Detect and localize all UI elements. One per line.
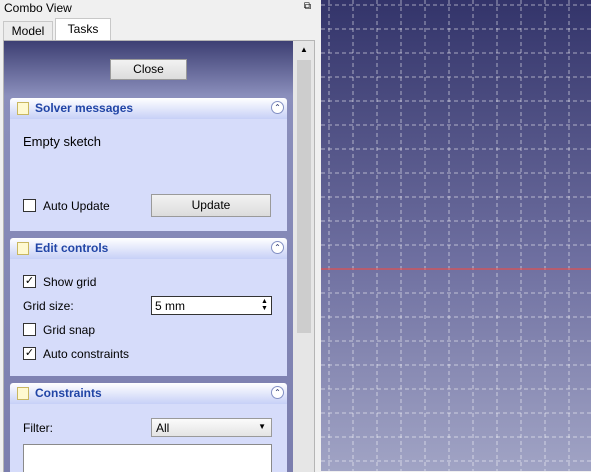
solver-messages-header[interactable]: Solver messages ⌃ xyxy=(10,98,287,119)
panel-icon xyxy=(17,102,29,115)
auto-update-checkbox[interactable] xyxy=(23,199,36,212)
3d-viewport[interactable] xyxy=(321,0,591,471)
filter-value: All xyxy=(156,421,170,435)
scrollbar[interactable]: ▲ xyxy=(295,41,313,472)
filter-label: Filter: xyxy=(23,421,53,435)
chevron-down-icon: ▼ xyxy=(258,422,266,431)
show-grid-label: Show grid xyxy=(43,275,97,289)
float-icon[interactable]: ⧉ xyxy=(302,1,313,12)
spin-arrows-icon[interactable]: ▲ ▼ xyxy=(259,298,270,313)
constraint-list[interactable] xyxy=(23,444,272,472)
solver-messages-box: Solver messages ⌃ Empty sketch Auto Upda… xyxy=(10,98,287,231)
auto-update-label: Auto Update xyxy=(43,199,110,213)
grid-size-value: 5 mm xyxy=(155,299,185,313)
panel-icon xyxy=(17,387,29,400)
collapse-icon[interactable]: ⌃ xyxy=(271,386,284,399)
panel-titlebar: Combo View ⧉ xyxy=(0,0,317,16)
sketch-grid xyxy=(321,0,591,471)
constraints-body: Filter: All ▼ xyxy=(10,404,287,472)
task-panel: Close Solver messages ⌃ Empty sketch Aut… xyxy=(4,41,293,472)
solver-messages-body: Empty sketch Auto Update Update xyxy=(10,119,287,231)
constraints-box: Constraints ⌃ Filter: All ▼ xyxy=(10,383,287,472)
edit-controls-header[interactable]: Edit controls ⌃ xyxy=(10,238,287,259)
tab-model[interactable]: Model xyxy=(3,21,53,41)
collapse-icon[interactable]: ⌃ xyxy=(271,101,284,114)
filter-dropdown[interactable]: All ▼ xyxy=(151,418,272,437)
edit-controls-body: ✓ Show grid Grid size: 5 mm ▲ ▼ Grid sna… xyxy=(10,259,287,376)
scroll-up-icon[interactable]: ▲ xyxy=(295,41,313,58)
show-grid-checkbox[interactable]: ✓ xyxy=(23,275,36,288)
combo-view-panel: Combo View ⧉ Model Tasks Close Solver me… xyxy=(0,0,317,472)
collapse-icon[interactable]: ⌃ xyxy=(271,241,284,254)
task-area: Close Solver messages ⌃ Empty sketch Aut… xyxy=(3,40,315,472)
solver-messages-title: Solver messages xyxy=(35,101,134,115)
solver-message-text: Empty sketch xyxy=(23,134,102,149)
grid-size-spinbox[interactable]: 5 mm ▲ ▼ xyxy=(151,296,272,315)
auto-constraints-checkbox[interactable]: ✓ xyxy=(23,347,36,360)
constraints-title: Constraints xyxy=(35,386,102,400)
constraints-header[interactable]: Constraints ⌃ xyxy=(10,383,287,404)
auto-constraints-label: Auto constraints xyxy=(43,347,130,361)
spin-up-icon[interactable]: ▲ xyxy=(259,298,270,305)
close-button[interactable]: Close xyxy=(110,59,187,80)
spin-down-icon[interactable]: ▼ xyxy=(259,305,270,312)
scroll-thumb[interactable] xyxy=(297,60,311,333)
tab-tasks[interactable]: Tasks xyxy=(55,18,111,40)
panel-title: Combo View xyxy=(4,1,72,15)
edit-controls-box: Edit controls ⌃ ✓ Show grid Grid size: 5… xyxy=(10,238,287,376)
grid-snap-checkbox[interactable] xyxy=(23,323,36,336)
grid-size-label: Grid size: xyxy=(23,299,74,313)
panel-icon xyxy=(17,242,29,255)
grid-snap-label: Grid snap xyxy=(43,323,96,337)
update-button[interactable]: Update xyxy=(151,194,271,217)
edit-controls-title: Edit controls xyxy=(35,241,109,255)
